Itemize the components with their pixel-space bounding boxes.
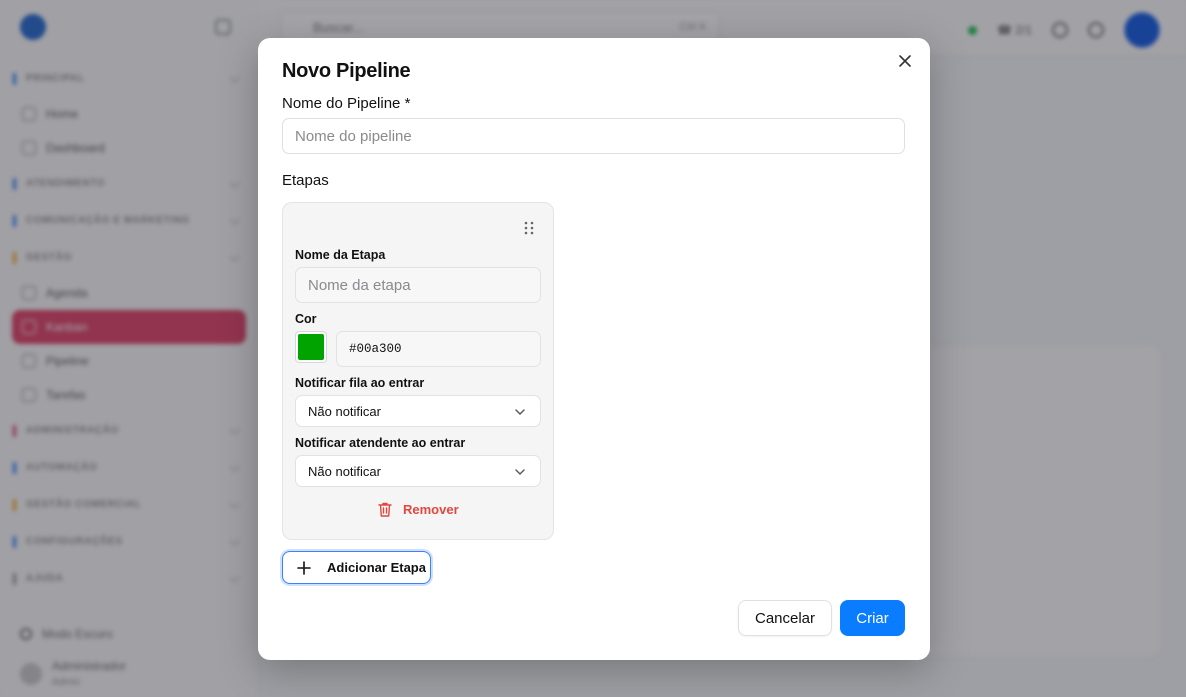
plus-icon bbox=[297, 560, 311, 575]
remove-label: Remover bbox=[403, 502, 459, 517]
stage-color-label: Cor bbox=[295, 312, 317, 326]
stages-label: Etapas bbox=[282, 172, 329, 189]
notify-queue-select[interactable]: Não notificar bbox=[295, 395, 541, 427]
add-stage-label: Adicionar Etapa bbox=[327, 560, 426, 575]
notify-agent-select[interactable]: Não notificar bbox=[295, 455, 541, 487]
trash-icon bbox=[378, 502, 392, 517]
notify-queue-value: Não notificar bbox=[308, 403, 381, 419]
color-hex-input[interactable] bbox=[336, 331, 541, 367]
remove-stage-button[interactable]: Remover bbox=[377, 501, 459, 518]
close-icon[interactable] bbox=[896, 52, 914, 70]
notify-agent-value: Não notificar bbox=[308, 463, 381, 479]
pipeline-name-input[interactable] bbox=[282, 118, 905, 154]
drag-handle-icon[interactable] bbox=[523, 221, 535, 235]
create-button[interactable]: Criar bbox=[840, 600, 905, 636]
cancel-button[interactable]: Cancelar bbox=[738, 600, 832, 636]
add-stage-button[interactable]: Adicionar Etapa bbox=[282, 551, 431, 584]
notify-queue-label: Notificar fila ao entrar bbox=[295, 376, 425, 390]
stage-name-label: Nome da Etapa bbox=[295, 248, 386, 262]
color-swatch-fill bbox=[298, 334, 324, 360]
pipeline-name-label: Nome do Pipeline * bbox=[282, 95, 411, 112]
color-picker[interactable] bbox=[295, 331, 327, 363]
new-pipeline-dialog: Novo Pipeline Nome do Pipeline * Etapas … bbox=[258, 38, 930, 660]
stage-name-input[interactable] bbox=[295, 267, 541, 303]
notify-agent-label: Notificar atendente ao entrar bbox=[295, 436, 466, 450]
chevron-down-icon bbox=[515, 469, 525, 475]
dialog-title: Novo Pipeline bbox=[282, 60, 411, 82]
chevron-down-icon bbox=[515, 409, 525, 415]
stage-card: Nome da Etapa Cor Notificar fila ao entr… bbox=[282, 202, 554, 540]
